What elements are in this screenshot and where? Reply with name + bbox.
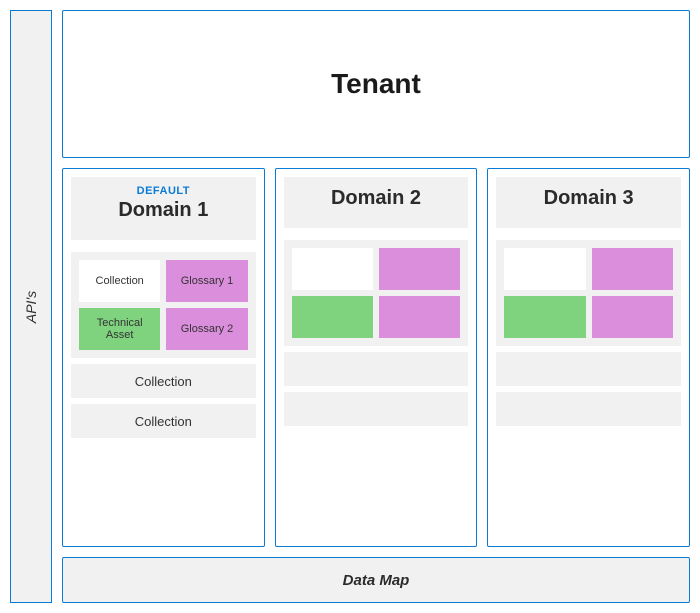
- collection-detailed: [496, 240, 681, 346]
- glossary-cell: [379, 296, 460, 338]
- tenant-label: Tenant: [331, 68, 421, 100]
- domain-header: Domain 2: [284, 177, 469, 228]
- collection-row: [496, 392, 681, 426]
- collection-group: [284, 240, 469, 426]
- collection-row: Collection: [71, 404, 256, 438]
- tenant-box: Tenant: [62, 10, 690, 158]
- domain-box: Domain 3: [487, 168, 690, 547]
- technical-asset-cell: Technical Asset: [79, 308, 160, 350]
- apis-panel: API's: [10, 10, 52, 603]
- collection-label: Collection: [135, 414, 192, 429]
- technical-asset-cell: [504, 296, 585, 338]
- glossary-cell: [592, 296, 673, 338]
- collection-label: Collection: [135, 374, 192, 389]
- collection-detailed: Collection Glossary 1 Technical Asset Gl…: [71, 252, 256, 358]
- collection-cell: Collection: [79, 260, 160, 302]
- domain-header: Domain 3: [496, 177, 681, 228]
- glossary-cell: Glossary 2: [166, 308, 247, 350]
- technical-asset-cell: [292, 296, 373, 338]
- domain-badge: DEFAULT: [75, 185, 252, 197]
- data-map-panel: Data Map: [62, 557, 690, 603]
- collection-row: [284, 352, 469, 386]
- domain-title: Domain 3: [500, 187, 677, 210]
- domain-title: Domain 2: [288, 187, 465, 210]
- apis-label: API's: [23, 290, 39, 322]
- collection-cell: [292, 248, 373, 290]
- domain-header: DEFAULT Domain 1: [71, 177, 256, 240]
- collection-row: Collection: [71, 364, 256, 398]
- collection-cell: [504, 248, 585, 290]
- glossary-cell: [379, 248, 460, 290]
- diagram-root: API's Tenant DEFAULT Domain 1 Collection…: [10, 10, 690, 603]
- glossary-cell: Glossary 1: [166, 260, 247, 302]
- collection-row: [284, 392, 469, 426]
- domains-row: DEFAULT Domain 1 Collection Glossary 1 T…: [62, 168, 690, 547]
- data-map-label: Data Map: [343, 572, 410, 589]
- domain-box: Domain 2: [275, 168, 478, 547]
- collection-group: [496, 240, 681, 426]
- right-column: Tenant DEFAULT Domain 1 Collection Gloss…: [62, 10, 690, 603]
- collection-row: [496, 352, 681, 386]
- domain-box: DEFAULT Domain 1 Collection Glossary 1 T…: [62, 168, 265, 547]
- collection-detailed: [284, 240, 469, 346]
- collection-group: Collection Glossary 1 Technical Asset Gl…: [71, 252, 256, 438]
- domain-title: Domain 1: [75, 199, 252, 222]
- glossary-cell: [592, 248, 673, 290]
